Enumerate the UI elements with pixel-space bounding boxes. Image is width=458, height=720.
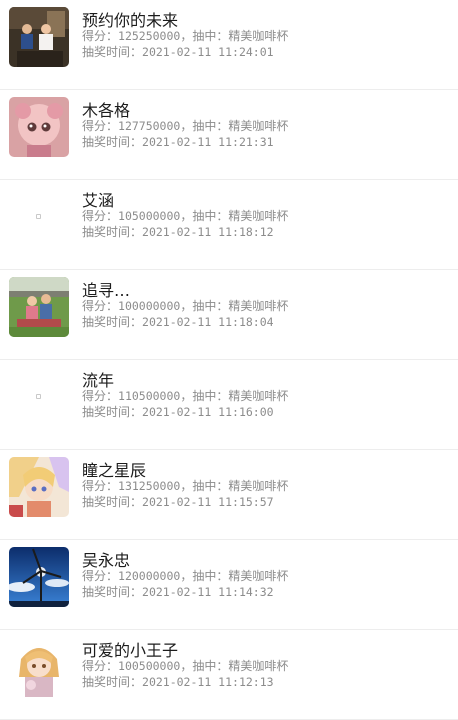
draw-time-line: 抽奖时间：2021-02-11 11:24:01	[82, 45, 274, 59]
anime-girl-avatar	[9, 457, 69, 517]
score-prize-line: 得分：100500000，抽中：精美咖啡杯	[82, 659, 289, 673]
draw-time-line: 抽奖时间：2021-02-11 11:16:00	[82, 405, 274, 419]
list-item[interactable]: 吴永忠 得分：120000000，抽中：精美咖啡杯 抽奖时间：2021-02-1…	[0, 540, 458, 630]
list-item[interactable]: 艾涵 得分：105000000，抽中：精美咖啡杯 抽奖时间：2021-02-11…	[0, 180, 458, 270]
doll-avatar	[9, 97, 69, 157]
draw-time-line: 抽奖时间：2021-02-11 11:12:13	[82, 675, 274, 689]
list-item[interactable]: 瞳之星辰 得分：131250000，抽中：精美咖啡杯 抽奖时间：2021-02-…	[0, 450, 458, 540]
blank-avatar	[9, 187, 69, 247]
score-prize-line: 得分：120000000，抽中：精美咖啡杯	[82, 569, 289, 583]
photo-family-avatar	[9, 7, 69, 67]
list-item[interactable]: 预约你的未来 得分：125250000，抽中：精美咖啡杯 抽奖时间：2021-0…	[0, 0, 458, 90]
score-prize-line: 得分：127750000，抽中：精美咖啡杯	[82, 119, 289, 133]
list-item[interactable]: 木各格 得分：127750000，抽中：精美咖啡杯 抽奖时间：2021-02-1…	[0, 90, 458, 180]
score-prize-line: 得分：131250000，抽中：精美咖啡杯	[82, 479, 289, 493]
list-item[interactable]: 流年 得分：110500000，抽中：精美咖啡杯 抽奖时间：2021-02-11…	[0, 360, 458, 450]
kids-on-grass-avatar	[9, 277, 69, 337]
draw-time-line: 抽奖时间：2021-02-11 11:14:32	[82, 585, 274, 599]
wind-turbine-avatar	[9, 547, 69, 607]
draw-time-line: 抽奖时间：2021-02-11 11:21:31	[82, 135, 274, 149]
blank-avatar	[9, 367, 69, 427]
score-prize-line: 得分：100000000，抽中：精美咖啡杯	[82, 299, 289, 313]
list-item[interactable]: 追寻… 得分：100000000，抽中：精美咖啡杯 抽奖时间：2021-02-1…	[0, 270, 458, 360]
draw-time-line: 抽奖时间：2021-02-11 11:18:12	[82, 225, 274, 239]
draw-time-line: 抽奖时间：2021-02-11 11:15:57	[82, 495, 274, 509]
score-prize-line: 得分：125250000，抽中：精美咖啡杯	[82, 29, 289, 43]
score-prize-line: 得分：105000000，抽中：精美咖啡杯	[82, 209, 289, 223]
list-item[interactable]: 可爱的小王子 得分：100500000，抽中：精美咖啡杯 抽奖时间：2021-0…	[0, 630, 458, 720]
anime-prince-avatar	[9, 637, 69, 697]
lottery-record-list: 预约你的未来 得分：125250000，抽中：精美咖啡杯 抽奖时间：2021-0…	[0, 0, 458, 720]
draw-time-line: 抽奖时间：2021-02-11 11:18:04	[82, 315, 274, 329]
score-prize-line: 得分：110500000，抽中：精美咖啡杯	[82, 389, 289, 403]
